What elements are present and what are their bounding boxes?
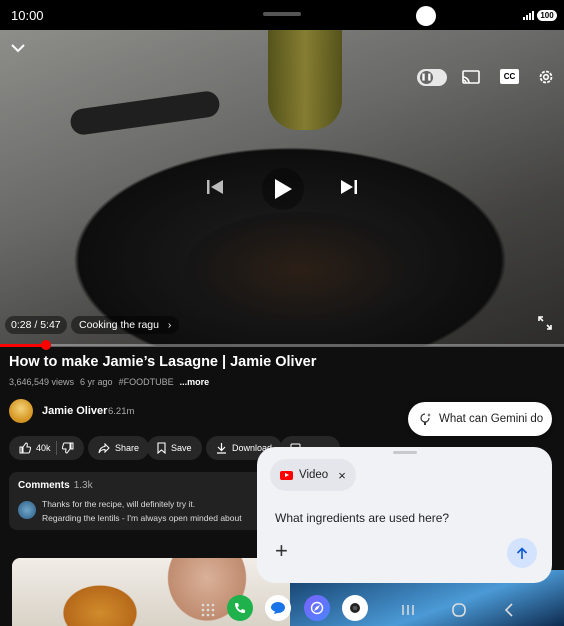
comments-count: 1.3k (73, 480, 93, 491)
send-button[interactable] (507, 538, 537, 568)
bookmark-icon (157, 442, 166, 454)
panel-drag-handle[interactable] (393, 451, 417, 454)
like-count[interactable]: 40k (36, 443, 51, 453)
browser-icon[interactable] (304, 595, 330, 621)
previous-icon[interactable] (204, 177, 226, 197)
progress-bar[interactable] (0, 340, 564, 350)
status-time: 10:00 (11, 8, 44, 23)
recents-icon[interactable] (395, 597, 421, 623)
comment-line-1: Thanks for the recipe, will definitely t… (42, 499, 196, 509)
camera-icon[interactable] (342, 595, 368, 621)
comments-title: Comments (18, 480, 70, 491)
avatar[interactable] (9, 399, 33, 423)
close-icon[interactable]: × (338, 468, 346, 483)
collapse-icon[interactable] (8, 38, 28, 58)
taskbar (190, 594, 564, 626)
next-icon[interactable] (338, 177, 360, 197)
battery-indicator: 100 (537, 10, 557, 21)
save-label: Save (171, 443, 192, 453)
cc-icon[interactable]: CC (500, 69, 519, 84)
gemini-prompt-input[interactable]: What ingredients are used here? (275, 511, 449, 525)
messages-icon[interactable] (265, 595, 291, 621)
home-icon[interactable] (446, 597, 472, 623)
hashtag-link[interactable]: #FOODTUBE (119, 377, 174, 387)
progress-knob[interactable] (40, 340, 51, 350)
comment-line-2: Regarding the lentils - I'm always open … (42, 513, 242, 523)
progress-fill (0, 344, 46, 347)
gemini-suggestion-button[interactable]: What can Gemini do (408, 402, 552, 436)
drag-handle[interactable] (263, 12, 301, 16)
signal-icon (523, 11, 534, 20)
chapter-title: Cooking the ragu (79, 319, 159, 331)
view-count: 3,646,549 views (9, 377, 75, 387)
download-icon (217, 443, 226, 454)
share-icon (98, 442, 110, 453)
chip-divider (55, 441, 57, 455)
chevron-right-icon: › (167, 319, 172, 331)
camera-cutout (416, 6, 436, 26)
gemini-pill-label: What can Gemini do (439, 413, 544, 425)
thumbs-up-icon[interactable] (19, 442, 31, 454)
share-button[interactable]: Share (88, 436, 150, 460)
back-icon[interactable] (496, 597, 522, 623)
status-bar: 10:00 100 (0, 0, 564, 30)
like-dislike-chip: 40k (9, 436, 84, 460)
commenter-avatar (18, 501, 36, 519)
arrow-up-icon (516, 546, 528, 559)
play-icon[interactable] (262, 168, 304, 210)
time-label: 0:28 / 5:47 (5, 316, 67, 334)
add-attachment-icon[interactable]: + (275, 540, 288, 562)
youtube-icon (280, 470, 293, 480)
subscriber-count: 6.21m (108, 406, 135, 417)
comments-header: Comments 1.3k (18, 480, 93, 491)
phone-icon[interactable] (227, 595, 253, 621)
fullscreen-icon[interactable] (535, 313, 555, 333)
pause-toggle[interactable]: ❚❚ (417, 69, 447, 86)
share-label: Share (115, 443, 140, 453)
video-title[interactable]: How to make Jamie’s Lasagne | Jamie Oliv… (9, 354, 316, 370)
video-player[interactable]: ❚❚ CC 0:28 / 5:47 Cooking the ragu › (0, 30, 564, 346)
video-meta[interactable]: 3,646,549 views 6 yr ago #FOODTUBE ...mo… (9, 377, 209, 387)
gear-icon[interactable] (536, 67, 556, 87)
attached-video-chip[interactable]: Video × (270, 459, 356, 491)
save-button[interactable]: Save (147, 436, 202, 460)
more-link[interactable]: ...more (180, 377, 210, 387)
cast-icon[interactable] (461, 68, 481, 86)
gemini-spark-icon (420, 413, 431, 425)
pause-icon: ❚❚ (420, 71, 433, 84)
gemini-overlay-panel: Video × What ingredients are used here? … (257, 447, 552, 583)
thumbs-down-icon[interactable] (61, 442, 74, 454)
chapter-chip[interactable]: Cooking the ragu › (71, 316, 180, 334)
upload-age: 6 yr ago (80, 377, 113, 387)
channel-name[interactable]: Jamie Oliver (42, 405, 107, 417)
comments-card[interactable]: Comments 1.3k Thanks for the recipe, will… (9, 472, 289, 530)
apps-grid-icon[interactable] (195, 597, 221, 623)
attached-video-label: Video (299, 469, 329, 481)
